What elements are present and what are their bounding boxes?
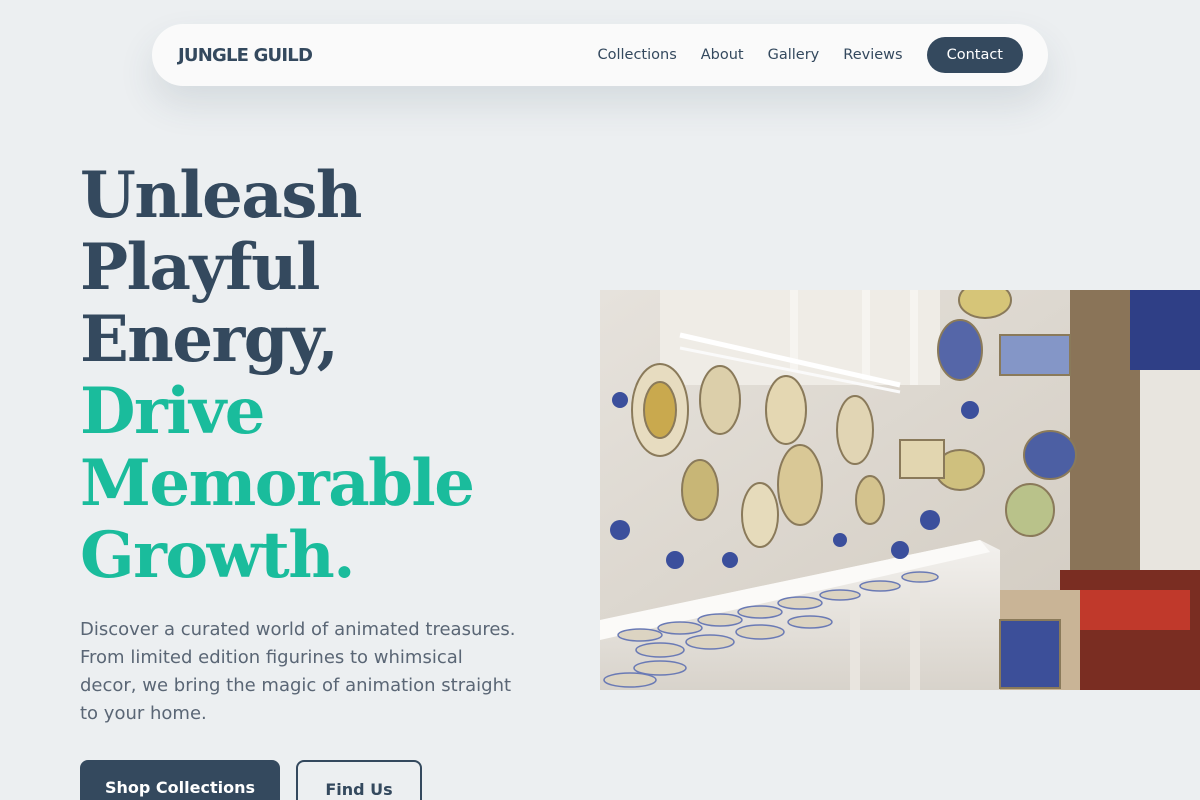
nav-links: Collections About Gallery Reviews [597,47,902,63]
find-us-button[interactable]: Find Us [296,760,422,800]
brand-logo[interactable]: JUNGLE GUILD [178,45,313,66]
hero-description: Discover a curated world of animated tre… [80,619,516,724]
shop-collections-button[interactable]: Shop Collections [80,760,280,800]
hero-title-line: Playful [80,230,320,305]
nav-link-gallery[interactable]: Gallery [768,47,820,63]
hero-title-accent-line: Growth. [80,518,356,593]
contact-button[interactable]: Contact [926,37,1023,73]
nav-link-about[interactable]: About [701,47,744,63]
hero-title-line: Energy, [80,302,339,377]
hero-title-accent-line: Memorable [80,446,475,521]
navbar: JUNGLE GUILD Collections About Gallery R… [152,24,1048,86]
hero-image-ceramics-shop [600,290,1200,690]
hero-title-accent-line: Drive [80,374,265,449]
nav-link-reviews[interactable]: Reviews [843,47,902,63]
nav-link-collections[interactable]: Collections [597,47,676,63]
hero-title: Unleash Playful Energy, Drive Memorable … [80,158,475,593]
hero-title-line: Unleash [80,158,362,233]
